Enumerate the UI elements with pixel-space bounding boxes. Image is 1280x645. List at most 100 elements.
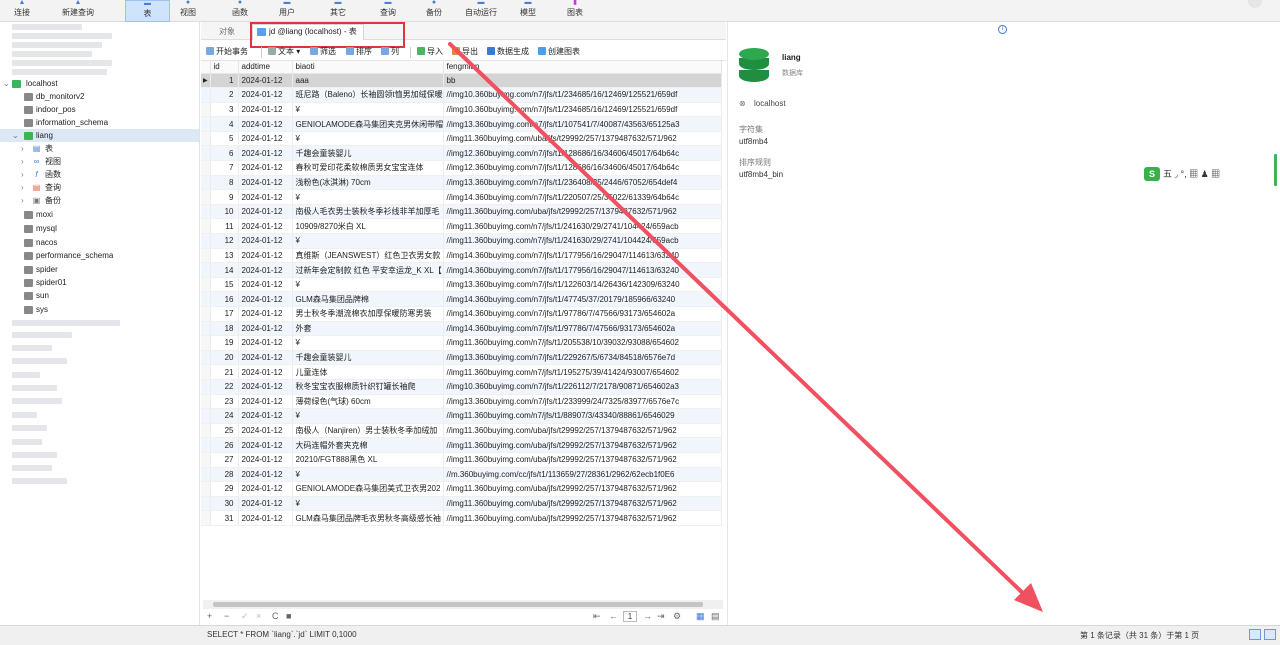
refresh-icon[interactable]: C [272, 611, 279, 621]
cell-biaoti[interactable]: 薄荷绿色(气球) 60cm [292, 394, 444, 410]
column-header-biaoti[interactable]: biaoti [292, 61, 444, 74]
cell-id[interactable]: 26 [210, 437, 239, 453]
horizontal-scrollbar[interactable] [203, 600, 723, 609]
cell-addtime[interactable]: 2024-01-12 [238, 175, 293, 191]
row-indicator[interactable] [201, 510, 211, 526]
table-row[interactable]: 13 2024-01-12 真维斯（JEANSWEST）红色卫衣男女款//img14… [201, 248, 722, 264]
table-row[interactable]: 25 2024-01-12 南极人（Nanjiren）男士装秋冬季加绒加//img1… [201, 423, 722, 439]
cell-addtime[interactable]: 2024-01-12 [238, 248, 293, 264]
cell-addtime[interactable]: 2024-01-12 [238, 379, 293, 395]
gear-icon[interactable]: ⚙ [673, 611, 681, 622]
cell-biaoti[interactable]: aaa [292, 73, 444, 89]
tree-item-views[interactable]: › ∞ 视图 [0, 155, 199, 168]
tree-item-tables[interactable]: › ▤ 表 [0, 142, 199, 155]
cell-biaoti[interactable]: 南极人（Nanjiren）男士装秋冬季加绒加 [292, 423, 444, 439]
cell-fengmian[interactable]: //img11.360buyimg.com/uba/jfs/t29992/257… [443, 496, 722, 512]
tree-item-backups[interactable]: › ▣ 备份 [0, 194, 199, 207]
cell-fengmian[interactable]: //img14.360buyimg.com/n7/jfs/t1/47745/37… [443, 291, 722, 307]
cell-addtime[interactable]: 2024-01-12 [238, 189, 293, 205]
apply-icon[interactable]: ✓ [241, 611, 249, 622]
form-view-icon[interactable]: ▤ [711, 611, 720, 622]
row-indicator[interactable] [201, 87, 211, 103]
cell-addtime[interactable]: 2024-01-12 [238, 452, 293, 468]
row-indicator[interactable] [201, 467, 211, 483]
table-row[interactable]: 7 2024-01-12 春秋可爱印花柔软棉质男女宝宝连体//img12.360bu… [201, 160, 722, 176]
tree-db-moxi[interactable]: moxi [0, 208, 199, 221]
cell-fengmian[interactable]: //img10.360buyimg.com/n7/jfs/t1/234685/1… [443, 87, 722, 103]
cell-id[interactable]: 25 [210, 423, 239, 439]
cell-fengmian[interactable]: //img11.360buyimg.com/uba/jfs/t29992/257… [443, 131, 722, 147]
cell-biaoti[interactable]: 浅粉色(冰淇淋) 70cm [292, 175, 444, 191]
row-indicator[interactable] [201, 204, 211, 220]
cell-biaoti[interactable]: 春秋可爱印花柔软棉质男女宝宝连体 [292, 160, 444, 176]
table-row[interactable]: ▶ 1 2024-01-12 aaa bb [201, 73, 722, 89]
cell-fengmian[interactable]: //img14.360buyimg.com/n7/jfs/t1/97786/7/… [443, 321, 722, 337]
filter-button[interactable]: 筛选 [310, 46, 336, 57]
cell-biaoti[interactable]: 班尼路（Baleno）长袖圆领t恤男加绒保暖 [292, 87, 444, 103]
cell-biaoti[interactable]: GENIOLAMODE森马集团夹克男休闲带帽 [292, 116, 444, 132]
user-avatar[interactable] [1248, 0, 1262, 8]
backup-button[interactable]: ● 备份 [422, 0, 446, 22]
row-indicator[interactable] [201, 364, 211, 380]
table-row[interactable]: 18 2024-01-12 外套//img14.360buyimg.com/n7/j… [201, 321, 722, 337]
table-row[interactable]: 5 2024-01-12 ¥//img11.360buyimg.com/uba/jf… [201, 131, 722, 147]
query-button[interactable]: ▬ 查询 [376, 0, 400, 22]
row-indicator[interactable] [201, 175, 211, 191]
cell-addtime[interactable]: 2024-01-12 [238, 277, 293, 293]
row-indicator[interactable] [201, 131, 211, 147]
cell-fengmian[interactable]: //img14.360buyimg.com/n7/jfs/t1/220507/2… [443, 189, 722, 205]
cell-addtime[interactable]: 2024-01-12 [238, 102, 293, 118]
cell-id[interactable]: 5 [210, 131, 239, 147]
export-button[interactable]: 导出 [452, 46, 478, 57]
row-indicator[interactable] [201, 248, 211, 264]
cell-fengmian[interactable]: //m.360buyimg.com/cc/jfs/t1/113659/27/28… [443, 467, 722, 483]
cell-addtime[interactable]: 2024-01-12 [238, 131, 293, 147]
row-indicator[interactable] [201, 145, 211, 162]
cell-biaoti[interactable]: 秋冬宝宝衣服棉质针织钉罐长袖爬 [292, 379, 444, 395]
row-indicator[interactable] [201, 423, 211, 439]
table-row[interactable]: 27 2024-01-12 20210/FGT888黑色 XL//img11.360… [201, 452, 722, 468]
cell-fengmian[interactable]: //img11.360buyimg.com/uba/jfs/t29992/257… [443, 452, 722, 468]
cell-id[interactable]: 8 [210, 175, 239, 191]
table-row[interactable]: 17 2024-01-12 男士秋冬季潮流棉衣加厚保暖防寒男装//img14.360… [201, 306, 722, 322]
row-indicator[interactable] [201, 452, 211, 468]
cell-fengmian[interactable]: //img11.360buyimg.com/n7/jfs/t1/205538/1… [443, 335, 722, 351]
table-row[interactable]: 26 2024-01-12 大码连帽外套夹克棉//img11.360buyimg.c… [201, 437, 722, 453]
grid-view-icon[interactable]: ▦ [696, 611, 705, 622]
table-row[interactable]: 21 2024-01-12 儿童连体//img11.360buyimg.com/n7… [201, 364, 722, 380]
layout-right-icon[interactable] [1264, 629, 1276, 640]
cell-addtime[interactable]: 2024-01-12 [238, 306, 293, 322]
cell-fengmian[interactable]: //img11.360buyimg.com/n7/jfs/t1/88907/3/… [443, 408, 722, 424]
cell-addtime[interactable]: 2024-01-12 [238, 87, 293, 103]
last-page-icon[interactable]: ⇥ [657, 611, 665, 622]
column-header-fengmian[interactable]: fengmian [443, 61, 722, 74]
tree-db-liang[interactable]: ⌄ liang [0, 129, 199, 142]
cell-fengmian[interactable]: //img13.360buyimg.com/n7/jfs/t1/107541/7… [443, 116, 722, 132]
layout-left-icon[interactable] [1249, 629, 1261, 640]
table-button[interactable]: ▬ 表 [125, 0, 170, 22]
cell-addtime[interactable]: 2024-01-12 [238, 467, 293, 483]
cell-fengmian[interactable]: //img11.360buyimg.com/uba/jfs/t29992/257… [443, 510, 722, 526]
cell-id[interactable]: 21 [210, 364, 239, 380]
cell-biaoti[interactable]: 儿童连体 [292, 364, 444, 380]
chevron-down-icon[interactable]: ⌄ [12, 129, 19, 142]
row-indicator[interactable] [201, 408, 211, 424]
row-indicator[interactable] [201, 379, 211, 395]
cell-biaoti[interactable]: ¥ [292, 102, 444, 118]
row-indicator[interactable] [201, 306, 211, 322]
row-indicator[interactable] [201, 189, 211, 205]
cell-id[interactable]: 11 [210, 218, 239, 235]
tree-item-functions[interactable]: › f 函数 [0, 168, 199, 181]
chevron-right-icon[interactable]: › [21, 168, 24, 181]
tree-db-indoor_pos[interactable]: indoor_pos [0, 103, 199, 116]
row-indicator[interactable] [201, 437, 211, 453]
row-indicator[interactable] [201, 321, 211, 337]
data-generation-button[interactable]: 数据生成 [487, 46, 529, 57]
other-button[interactable]: ▬ 其它 [326, 0, 350, 22]
cell-fengmian[interactable]: //img13.360buyimg.com/n7/jfs/t1/229267/5… [443, 350, 722, 366]
table-row[interactable]: 6 2024-01-12 千趣会童装婴儿//img12.360buyimg.com/… [201, 145, 722, 162]
cell-id[interactable]: 16 [210, 291, 239, 307]
cell-id[interactable]: 7 [210, 160, 239, 176]
create-chart-button[interactable]: 创建图表 [538, 46, 580, 57]
user-button[interactable]: ▬ 用户 [275, 0, 299, 22]
